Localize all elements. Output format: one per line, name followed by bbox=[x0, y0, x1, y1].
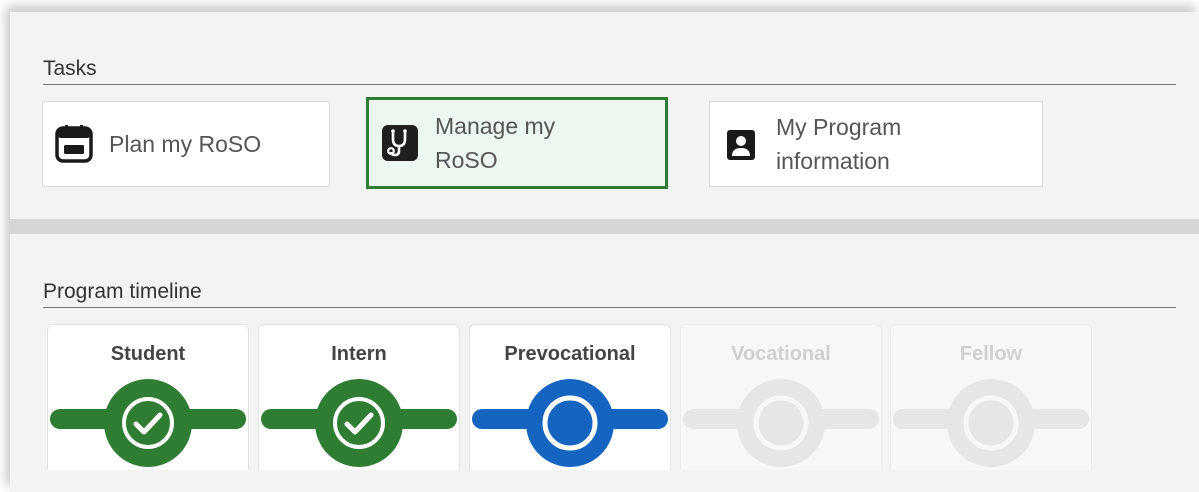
tasks-divider bbox=[43, 84, 1176, 85]
task-label-line1: Manage my bbox=[435, 113, 556, 139]
task-label-line1: My Program bbox=[776, 114, 902, 140]
stage-label: Student bbox=[110, 343, 186, 365]
upcoming-stage-icon bbox=[963, 395, 1019, 451]
stage-prevocational[interactable]: Prevocational bbox=[469, 324, 671, 470]
stage-label: Intern bbox=[331, 343, 387, 365]
tasks-heading: Tasks bbox=[43, 57, 97, 80]
check-circle-icon bbox=[333, 397, 385, 449]
check-circle-icon bbox=[122, 397, 174, 449]
calendar-icon bbox=[55, 125, 93, 163]
stage-intern[interactable]: Intern bbox=[258, 324, 460, 470]
current-stage-icon bbox=[542, 395, 598, 451]
stage-node-upcoming bbox=[947, 379, 1035, 467]
task-manage-my-roso[interactable]: Manage my RoSO bbox=[366, 97, 668, 189]
stethoscope-icon bbox=[382, 125, 418, 161]
stage-label: Fellow bbox=[959, 343, 1023, 365]
stage-node-upcoming bbox=[737, 379, 825, 467]
timeline-divider bbox=[43, 307, 1176, 308]
stage-vocational[interactable]: Vocational bbox=[680, 324, 882, 470]
task-label-line2: RoSO bbox=[435, 147, 498, 173]
stage-node-current bbox=[526, 379, 614, 467]
task-plan-my-roso[interactable]: Plan my RoSO bbox=[42, 101, 330, 187]
stage-node-completed bbox=[104, 379, 192, 467]
stage-fellow[interactable]: Fellow bbox=[890, 324, 1092, 470]
upcoming-stage-icon bbox=[753, 395, 809, 451]
stage-node-completed bbox=[315, 379, 403, 467]
timeline-heading: Program timeline bbox=[43, 280, 202, 303]
contact-card-icon bbox=[727, 130, 755, 160]
stage-student[interactable]: Student bbox=[47, 324, 249, 470]
stage-label: Vocational bbox=[731, 343, 831, 365]
stage-label: Prevocational bbox=[504, 343, 636, 365]
task-label: Plan my RoSO bbox=[109, 131, 262, 157]
section-divider bbox=[10, 219, 1199, 234]
task-my-program-information[interactable]: My Program information bbox=[709, 101, 1043, 187]
task-label-line2: information bbox=[776, 148, 890, 174]
